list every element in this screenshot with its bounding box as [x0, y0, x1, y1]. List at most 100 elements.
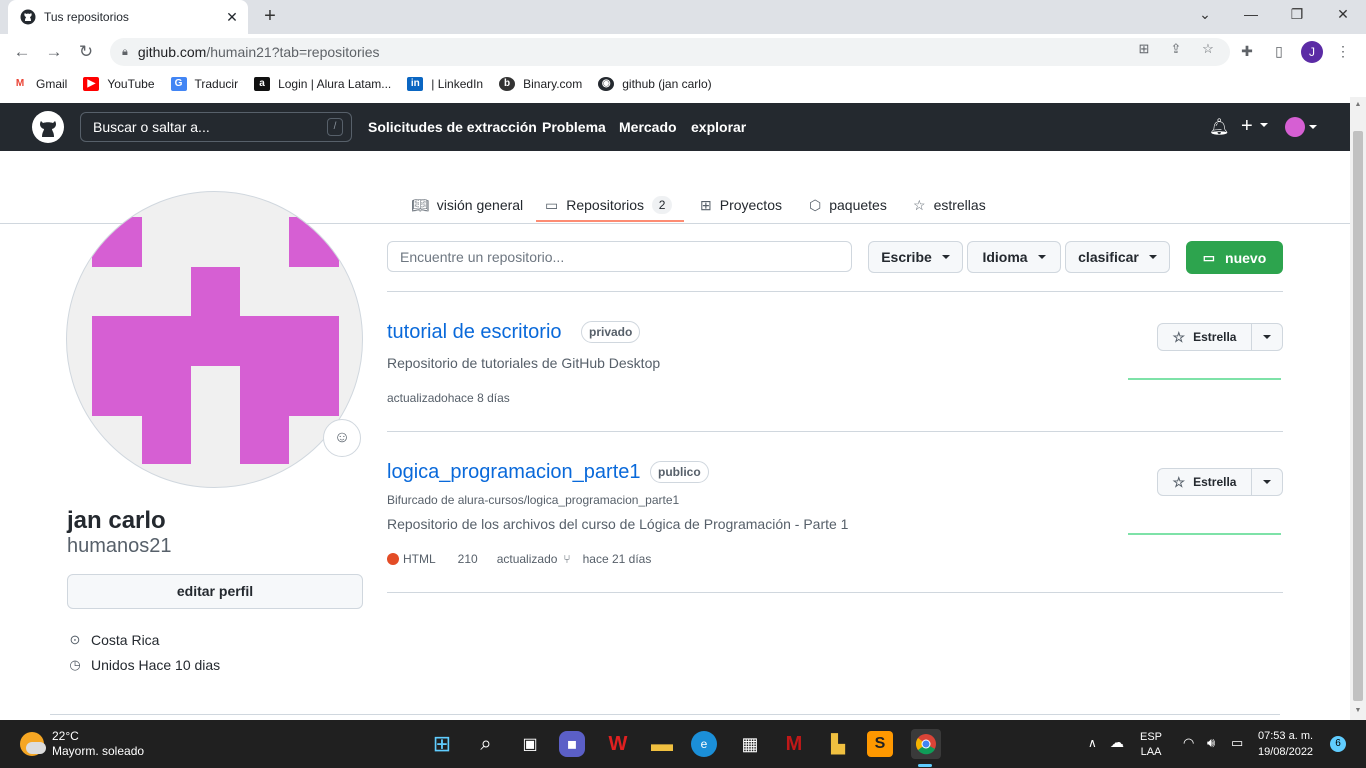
create-new-icon[interactable]: +	[1241, 115, 1253, 138]
nav-marketplace[interactable]: Mercado	[619, 119, 677, 135]
tab-projects[interactable]: ⊞ Proyectos	[700, 189, 782, 221]
bookmark-github[interactable]: ◉ github (jan carlo)	[598, 76, 712, 91]
sublime-text-icon[interactable]: S	[867, 731, 893, 757]
address-bar[interactable]: 🔒︎ github.com/humain21?tab=repositories	[110, 38, 1230, 66]
star-icon: ☆	[913, 196, 926, 213]
back-icon[interactable]: ←	[12, 42, 32, 62]
nav-explore[interactable]: explorar	[691, 119, 746, 135]
translate-page-icon[interactable]: ⊞	[1136, 41, 1152, 57]
volume-icon[interactable]: 🔊︎	[1207, 735, 1215, 751]
bookmarks-bar: M Gmail ▶ YouTube G Traducir a Login | Alura…	[0, 70, 1366, 97]
language-filter-button[interactable]: Idioma	[967, 241, 1061, 273]
star-button[interactable]: ☆ Estrella	[1158, 324, 1252, 350]
weather-desc: Mayorm. soleado	[52, 744, 145, 758]
profile-avatar[interactable]	[66, 191, 363, 488]
youtube-icon: ▶	[83, 76, 100, 91]
active-tab-underline	[536, 220, 684, 222]
github-icon: ◉	[598, 76, 615, 91]
github-header: Buscar o saltar a... / Solicitudes de ex…	[0, 103, 1350, 151]
star-list-dropdown[interactable]	[1252, 469, 1282, 495]
new-repo-button[interactable]: ▭ nuevo	[1186, 241, 1283, 274]
windows-taskbar: 22°C Mayorm. soleado ⊞ ⌕ ▣ ◼ W ▬ e ▦ M ▙…	[0, 720, 1366, 768]
browser-tab[interactable]: Tus repositorios ✕	[8, 0, 248, 34]
bookmark-gmail[interactable]: M Gmail	[12, 77, 68, 91]
teams-chat-icon[interactable]: ◼	[559, 731, 585, 757]
scroll-down-icon[interactable]: ▼	[1350, 707, 1366, 714]
search-icon[interactable]: ⌕	[471, 729, 501, 759]
input-language[interactable]: ESP LAA	[1140, 730, 1162, 760]
microsoft-store-icon[interactable]: ▦	[735, 729, 765, 759]
star-icon: ☆	[1172, 473, 1186, 490]
repo-add-icon: ▭	[1202, 249, 1216, 265]
repo-name-link[interactable]: logica_programacion_parte1	[387, 461, 641, 484]
system-clock[interactable]: 07:53 a. m. 19/08/2022	[1258, 728, 1313, 760]
bookmark-binary[interactable]: b Binary.com	[499, 76, 582, 91]
github-logo-icon[interactable]	[32, 111, 64, 143]
bookmark-translate[interactable]: G Traducir	[170, 76, 238, 91]
window-close-icon[interactable]: ✕	[1333, 6, 1353, 23]
url-path: /humain21?tab=repositories	[206, 44, 380, 60]
bookmark-youtube[interactable]: ▶ YouTube	[83, 76, 155, 91]
reload-icon[interactable]: ↻	[76, 42, 96, 62]
forward-icon[interactable]: →	[44, 42, 64, 62]
tab-close-icon[interactable]: ✕	[222, 9, 242, 26]
scroll-up-icon[interactable]: ▲	[1350, 101, 1366, 108]
side-panel-icon[interactable]: ▯	[1270, 43, 1288, 60]
minimize-icon[interactable]: —	[1241, 6, 1261, 22]
share-icon[interactable]: ⇪	[1168, 41, 1184, 57]
tab-stars[interactable]: ☆ estrellas	[913, 189, 986, 221]
repo-fork-count[interactable]: 210	[458, 552, 478, 566]
create-caret-icon[interactable]	[1260, 123, 1268, 127]
menu-icon[interactable]: ⋮	[1334, 43, 1352, 60]
restore-icon[interactable]: ❐	[1287, 6, 1307, 23]
onedrive-cloud-icon[interactable]: ☁	[1110, 734, 1124, 751]
tab-packages[interactable]: ⬡ paquetes	[809, 189, 887, 221]
chrome-icon[interactable]	[911, 729, 941, 759]
tray-overflow-icon[interactable]: ∧	[1088, 736, 1097, 750]
visibility-badge: privado	[581, 321, 641, 343]
user-menu-caret-icon[interactable]	[1309, 125, 1317, 129]
notification-count-badge[interactable]: 6	[1330, 736, 1346, 752]
weather-widget[interactable]: 22°C Mayorm. soleado	[20, 729, 144, 759]
visibility-badge: publico	[650, 461, 709, 483]
page-scrollbar[interactable]: ▲ ▼	[1350, 97, 1366, 720]
bookmark-alura[interactable]: a Login | Alura Latam...	[254, 76, 391, 91]
wifi-icon[interactable]: ◠	[1183, 735, 1194, 751]
fork-icon: ⑂	[563, 552, 571, 566]
bookmark-linkedin[interactable]: in | LinkedIn	[407, 76, 483, 91]
new-tab-icon[interactable]: +	[258, 5, 282, 29]
repo-name-link[interactable]: tutorial de escritorio	[387, 321, 562, 344]
star-button[interactable]: ☆ Estrella	[1158, 469, 1252, 495]
sort-filter-button[interactable]: clasificar	[1065, 241, 1170, 273]
footer-divider	[50, 714, 1280, 715]
mcafee-icon[interactable]: M	[779, 729, 809, 759]
repo-search-input[interactable]: Encuentre un repositorio...	[387, 241, 852, 272]
notifications-bell-icon[interactable]: 🔔︎	[1209, 117, 1229, 137]
type-filter-button[interactable]: Escribe	[868, 241, 963, 273]
edit-profile-button[interactable]: editar perfil	[67, 574, 363, 609]
windows-start-icon[interactable]: ⊞	[427, 729, 457, 759]
wps-office-icon[interactable]: W	[603, 729, 633, 759]
nav-issues[interactable]: Problema	[542, 119, 606, 135]
tab-overview[interactable]: 📖︎ visión general	[411, 189, 523, 221]
task-view-icon[interactable]: ▣	[515, 729, 545, 759]
repo-updated-when: hace 21 días	[582, 552, 652, 566]
files-icon[interactable]: ▙	[823, 729, 853, 759]
tab-repositories[interactable]: ▭ Repositorios 2	[545, 189, 673, 221]
battery-icon[interactable]: ▭	[1231, 735, 1243, 751]
star-icon: ☆	[1172, 328, 1186, 345]
edge-icon[interactable]: e	[691, 731, 717, 757]
user-avatar[interactable]	[1285, 117, 1305, 137]
repo-language: HTML	[403, 552, 436, 566]
bookmark-star-icon[interactable]: ☆	[1200, 41, 1216, 57]
forked-from-text[interactable]: Bifurcado de alura-cursos/logica_program…	[387, 493, 679, 507]
set-status-smiley-icon[interactable]: ☺	[323, 419, 361, 457]
browser-profile-avatar[interactable]: J	[1301, 41, 1323, 63]
extensions-icon[interactable]: ✚	[1238, 43, 1256, 60]
scrollbar-thumb[interactable]	[1353, 131, 1363, 701]
github-search-input[interactable]: Buscar o saltar a... /	[80, 112, 352, 142]
file-explorer-icon[interactable]: ▬	[647, 729, 677, 759]
star-list-dropdown[interactable]	[1252, 324, 1282, 350]
nav-pull-requests[interactable]: Solicitudes de extracción	[368, 119, 537, 135]
tab-search-icon[interactable]: ⌄	[1195, 6, 1215, 23]
